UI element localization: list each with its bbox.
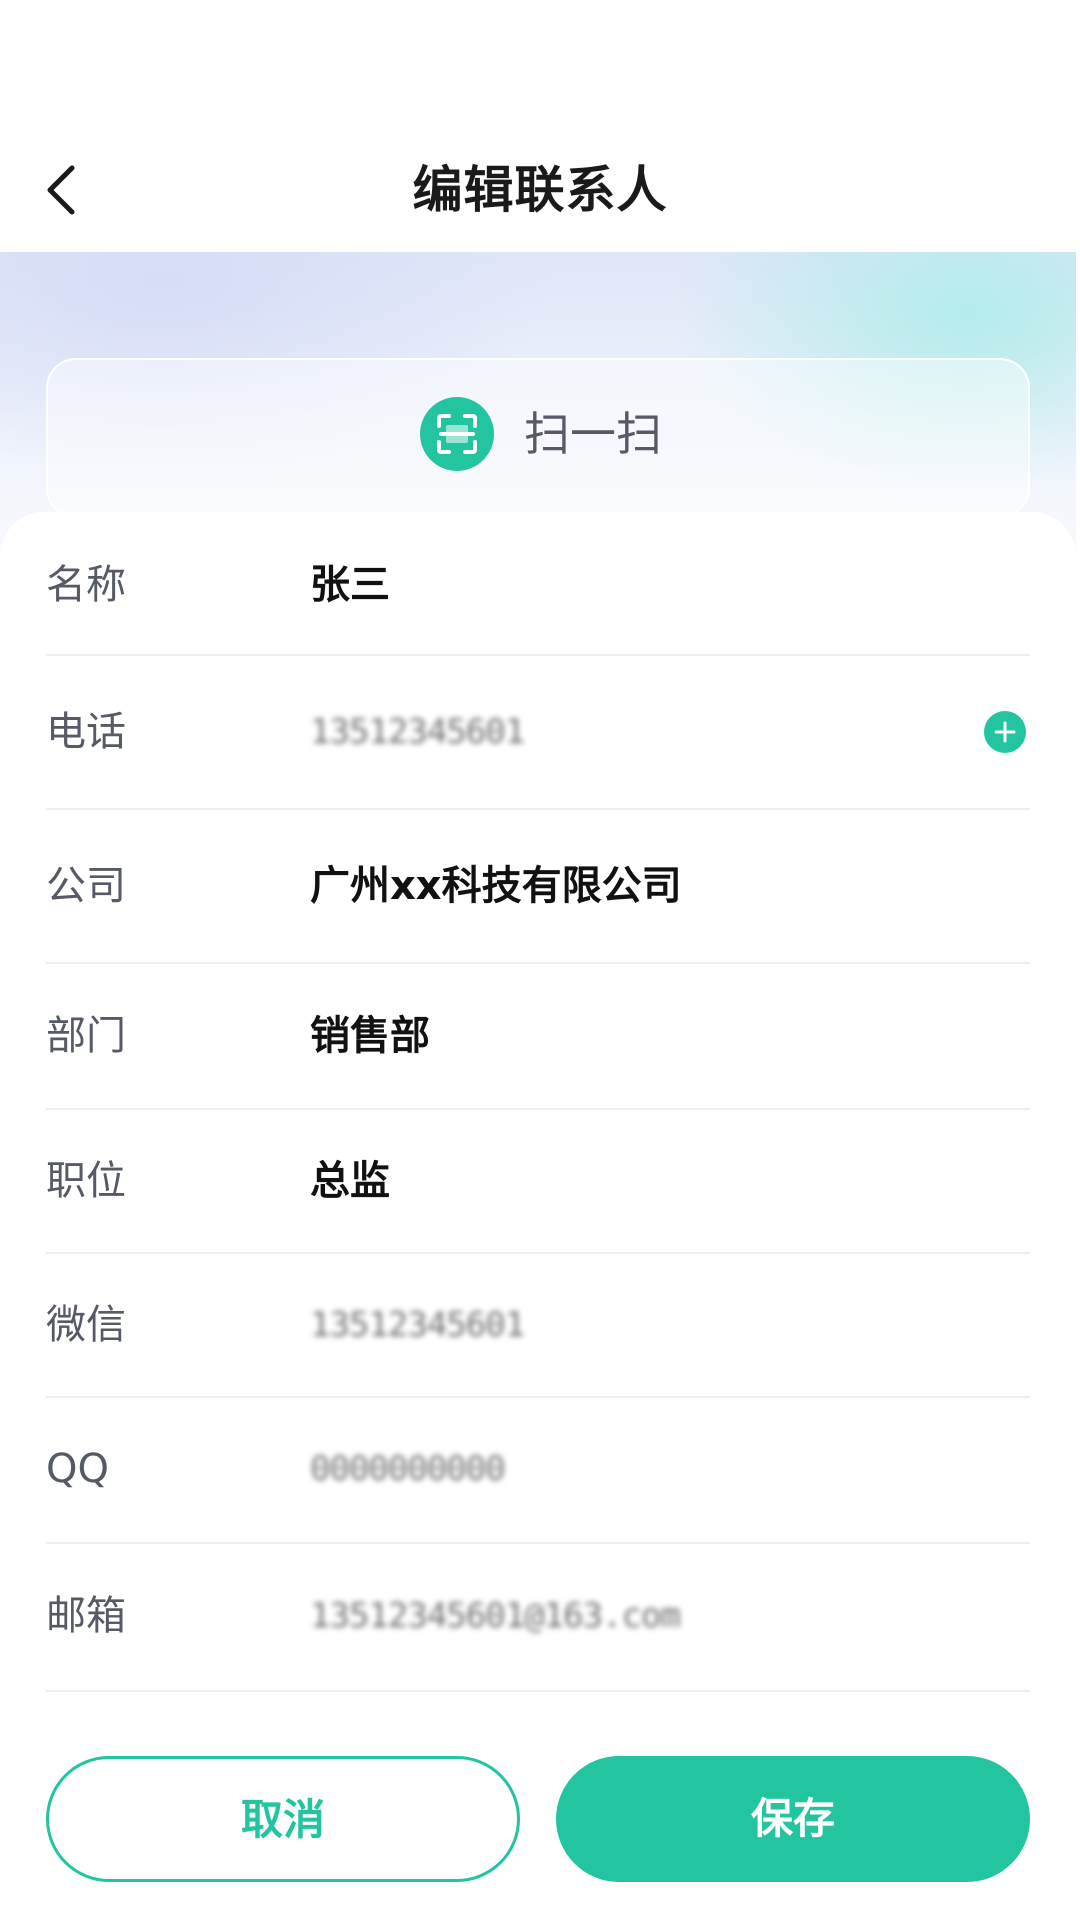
company-field[interactable]: 广州xx科技有限公司 xyxy=(310,861,682,911)
name-label: 名称 xyxy=(46,562,126,608)
wechat-field[interactable]: 13512345601 xyxy=(310,1300,525,1350)
page-title: 编辑联系人 xyxy=(412,161,668,219)
phone-field[interactable]: 13512345601 xyxy=(310,707,525,757)
save-button[interactable]: 保存 xyxy=(556,1756,1030,1882)
position-label: 职位 xyxy=(46,1158,126,1204)
form-row-department[interactable]: 部门 销售部 xyxy=(46,964,1030,1110)
qq-field[interactable]: 0000000000 xyxy=(310,1444,506,1494)
company-label: 公司 xyxy=(46,863,126,909)
form-row-phone[interactable]: 电话 13512345601 xyxy=(46,656,1030,810)
email-field[interactable]: 13512345601@163.com xyxy=(310,1591,681,1641)
cancel-button[interactable]: 取消 xyxy=(46,1756,520,1882)
qq-label: QQ xyxy=(46,1446,109,1492)
department-label: 部门 xyxy=(46,1013,126,1059)
add-phone-icon[interactable] xyxy=(984,711,1026,753)
wechat-label: 微信 xyxy=(46,1302,126,1348)
form-row-position[interactable]: 职位 总监 xyxy=(46,1110,1030,1254)
scan-icon[interactable] xyxy=(420,397,494,471)
form-row-name[interactable]: 名称 张三 xyxy=(46,512,1030,656)
scan-label[interactable]: 扫一扫 xyxy=(524,404,662,464)
form-row-company[interactable]: 公司 广州xx科技有限公司 xyxy=(46,810,1030,964)
email-label: 邮箱 xyxy=(46,1593,126,1639)
phone-label: 电话 xyxy=(46,709,126,755)
department-field[interactable]: 销售部 xyxy=(310,1011,430,1061)
form-row-qq[interactable]: QQ 0000000000 xyxy=(46,1398,1030,1544)
name-field[interactable]: 张三 xyxy=(310,560,390,610)
position-field[interactable]: 总监 xyxy=(310,1156,390,1206)
form-row-wechat[interactable]: 微信 13512345601 xyxy=(46,1254,1030,1398)
app-header: 编辑联系人 xyxy=(0,0,1080,252)
form-row-email[interactable]: 邮箱 13512345601@163.com xyxy=(46,1544,1030,1692)
